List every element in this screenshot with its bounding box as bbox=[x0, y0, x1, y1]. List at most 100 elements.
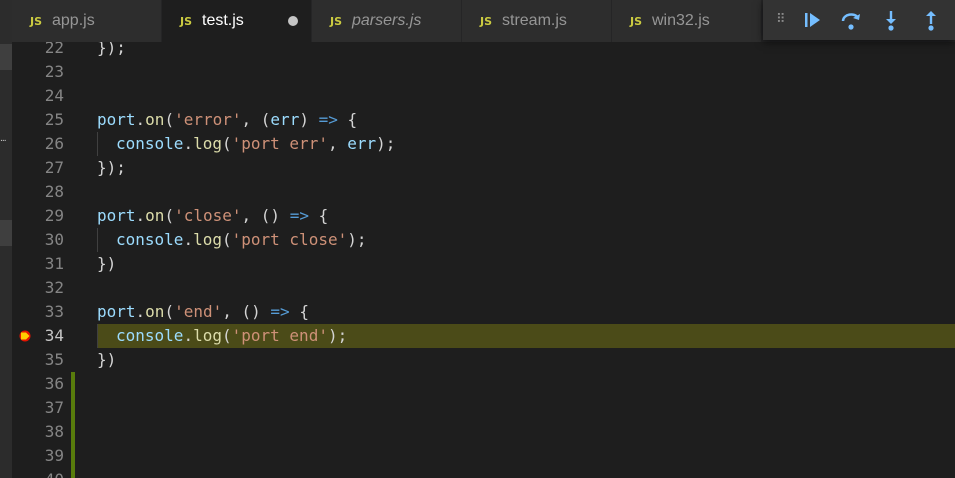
code-text[interactable] bbox=[97, 372, 955, 396]
code-text[interactable]: console.log('port close'); bbox=[97, 228, 955, 252]
line-number: 29 bbox=[44, 206, 64, 225]
debug-toolbar: ⠿ bbox=[763, 0, 955, 40]
code-line[interactable]: 39 bbox=[12, 444, 955, 468]
code-text[interactable] bbox=[97, 84, 955, 108]
code-token: ( bbox=[164, 302, 175, 321]
code-text[interactable]: }); bbox=[97, 42, 955, 60]
code-line[interactable]: 23 bbox=[12, 60, 955, 84]
more-icon[interactable]: ... bbox=[0, 134, 7, 144]
code-token: err bbox=[347, 134, 377, 153]
code-line[interactable]: 22}); bbox=[12, 42, 955, 60]
continue-button[interactable] bbox=[800, 8, 824, 32]
code-line[interactable]: 30 console.log('port close'); bbox=[12, 228, 955, 252]
code-text[interactable] bbox=[97, 60, 955, 84]
code-token: log bbox=[193, 230, 222, 249]
drag-handle[interactable]: ⠿ bbox=[776, 12, 785, 27]
code-token: console bbox=[116, 326, 184, 345]
javascript-file-icon: JS bbox=[180, 14, 193, 28]
code-text[interactable]: }); bbox=[97, 156, 955, 180]
tab-stream-js[interactable]: JS stream.js bbox=[462, 0, 612, 42]
code-text[interactable] bbox=[97, 180, 955, 204]
code-text[interactable]: console.log('port end'); bbox=[97, 324, 955, 348]
added-lines-gutter-marker[interactable] bbox=[71, 372, 75, 478]
code-line[interactable]: 36 bbox=[12, 372, 955, 396]
indent-guide bbox=[97, 228, 116, 252]
code-token: console bbox=[116, 230, 184, 249]
step-into-button[interactable] bbox=[879, 8, 903, 32]
code-token: . bbox=[183, 326, 194, 345]
code-token: ( bbox=[221, 230, 232, 249]
code-token: , ( bbox=[241, 110, 271, 129]
code-line[interactable]: 26 console.log('port err', err); bbox=[12, 132, 955, 156]
code-line[interactable]: 33 port.on('end', () => { bbox=[12, 300, 955, 324]
step-over-button[interactable] bbox=[839, 8, 863, 32]
code-line[interactable]: 28 bbox=[12, 180, 955, 204]
code-line[interactable]: 32 bbox=[12, 276, 955, 300]
code-token: , bbox=[327, 134, 348, 153]
code-token: port bbox=[97, 110, 136, 129]
line-number: 22 bbox=[44, 42, 64, 57]
code-token: => bbox=[318, 110, 338, 129]
tab-app-js[interactable]: JS app.js bbox=[12, 0, 162, 42]
code-line[interactable]: 37 bbox=[12, 396, 955, 420]
line-number: 25 bbox=[44, 110, 64, 129]
code-token: ( bbox=[221, 326, 232, 345]
unsaved-changes-icon[interactable] bbox=[288, 16, 298, 26]
tab-parsers-js[interactable]: JS parsers.js bbox=[312, 0, 462, 42]
code-line[interactable]: 34 console.log('port end'); bbox=[12, 324, 955, 348]
code-text[interactable]: port.on('error', (err) => { bbox=[97, 108, 955, 132]
line-number: 30 bbox=[44, 230, 64, 249]
code-text[interactable]: }) bbox=[97, 252, 955, 276]
code-text[interactable]: console.log('port err', err); bbox=[97, 132, 955, 156]
code-text[interactable] bbox=[97, 468, 955, 478]
line-number: 37 bbox=[44, 398, 64, 417]
indent-guide bbox=[97, 132, 116, 156]
code-editor[interactable]: 22}); 23 24 25 port.on('error', (err) => {26… bbox=[12, 42, 955, 478]
code-text[interactable]: }) bbox=[97, 348, 955, 372]
code-token: 'error' bbox=[174, 110, 242, 129]
code-token: on bbox=[145, 302, 165, 321]
code-token: { bbox=[289, 302, 309, 321]
breakpoint-stackframe-icon[interactable] bbox=[19, 330, 31, 342]
step-into-icon bbox=[886, 11, 896, 31]
line-number: 40 bbox=[12, 468, 64, 478]
step-over-icon bbox=[841, 13, 860, 30]
tab-win32-js[interactable]: JS win32.js bbox=[612, 0, 762, 42]
activity-marker bbox=[0, 220, 12, 246]
activity-marker bbox=[0, 44, 12, 70]
code-token: => bbox=[270, 302, 290, 321]
tab-label: stream.js bbox=[502, 12, 567, 29]
code-token: 'port err' bbox=[231, 134, 328, 153]
code-line[interactable]: 40 bbox=[12, 468, 955, 478]
code-line[interactable]: 38 bbox=[12, 420, 955, 444]
tab-test-js[interactable]: JS test.js bbox=[162, 0, 312, 42]
code-line[interactable]: 25 port.on('error', (err) => { bbox=[12, 108, 955, 132]
line-number: 28 bbox=[44, 182, 64, 201]
code-text[interactable] bbox=[97, 276, 955, 300]
code-line[interactable]: 29 port.on('close', () => { bbox=[12, 204, 955, 228]
code-token: , () bbox=[241, 206, 290, 225]
code-line[interactable]: 24 bbox=[12, 84, 955, 108]
line-number: 23 bbox=[44, 62, 64, 81]
code-text[interactable] bbox=[97, 420, 955, 444]
code-token: }) bbox=[97, 350, 117, 369]
line-number: 26 bbox=[44, 134, 64, 153]
code-token: . bbox=[135, 206, 146, 225]
tab-label: parsers.js bbox=[352, 12, 422, 29]
line-number: 36 bbox=[44, 374, 64, 393]
code-token: 'close' bbox=[174, 206, 242, 225]
javascript-file-icon: JS bbox=[630, 14, 643, 28]
code-token: }); bbox=[97, 158, 126, 177]
code-line[interactable]: 31}) bbox=[12, 252, 955, 276]
code-token: err bbox=[270, 110, 300, 129]
code-text[interactable]: port.on('close', () => { bbox=[97, 204, 955, 228]
code-token: }); bbox=[97, 42, 126, 57]
step-out-button[interactable] bbox=[919, 8, 943, 32]
code-line[interactable]: 35}) bbox=[12, 348, 955, 372]
javascript-file-icon: JS bbox=[480, 14, 493, 28]
code-text[interactable]: port.on('end', () => { bbox=[97, 300, 955, 324]
line-number: 35 bbox=[44, 350, 64, 369]
code-text[interactable] bbox=[97, 396, 955, 420]
code-text[interactable] bbox=[97, 444, 955, 468]
code-line[interactable]: 27}); bbox=[12, 156, 955, 180]
